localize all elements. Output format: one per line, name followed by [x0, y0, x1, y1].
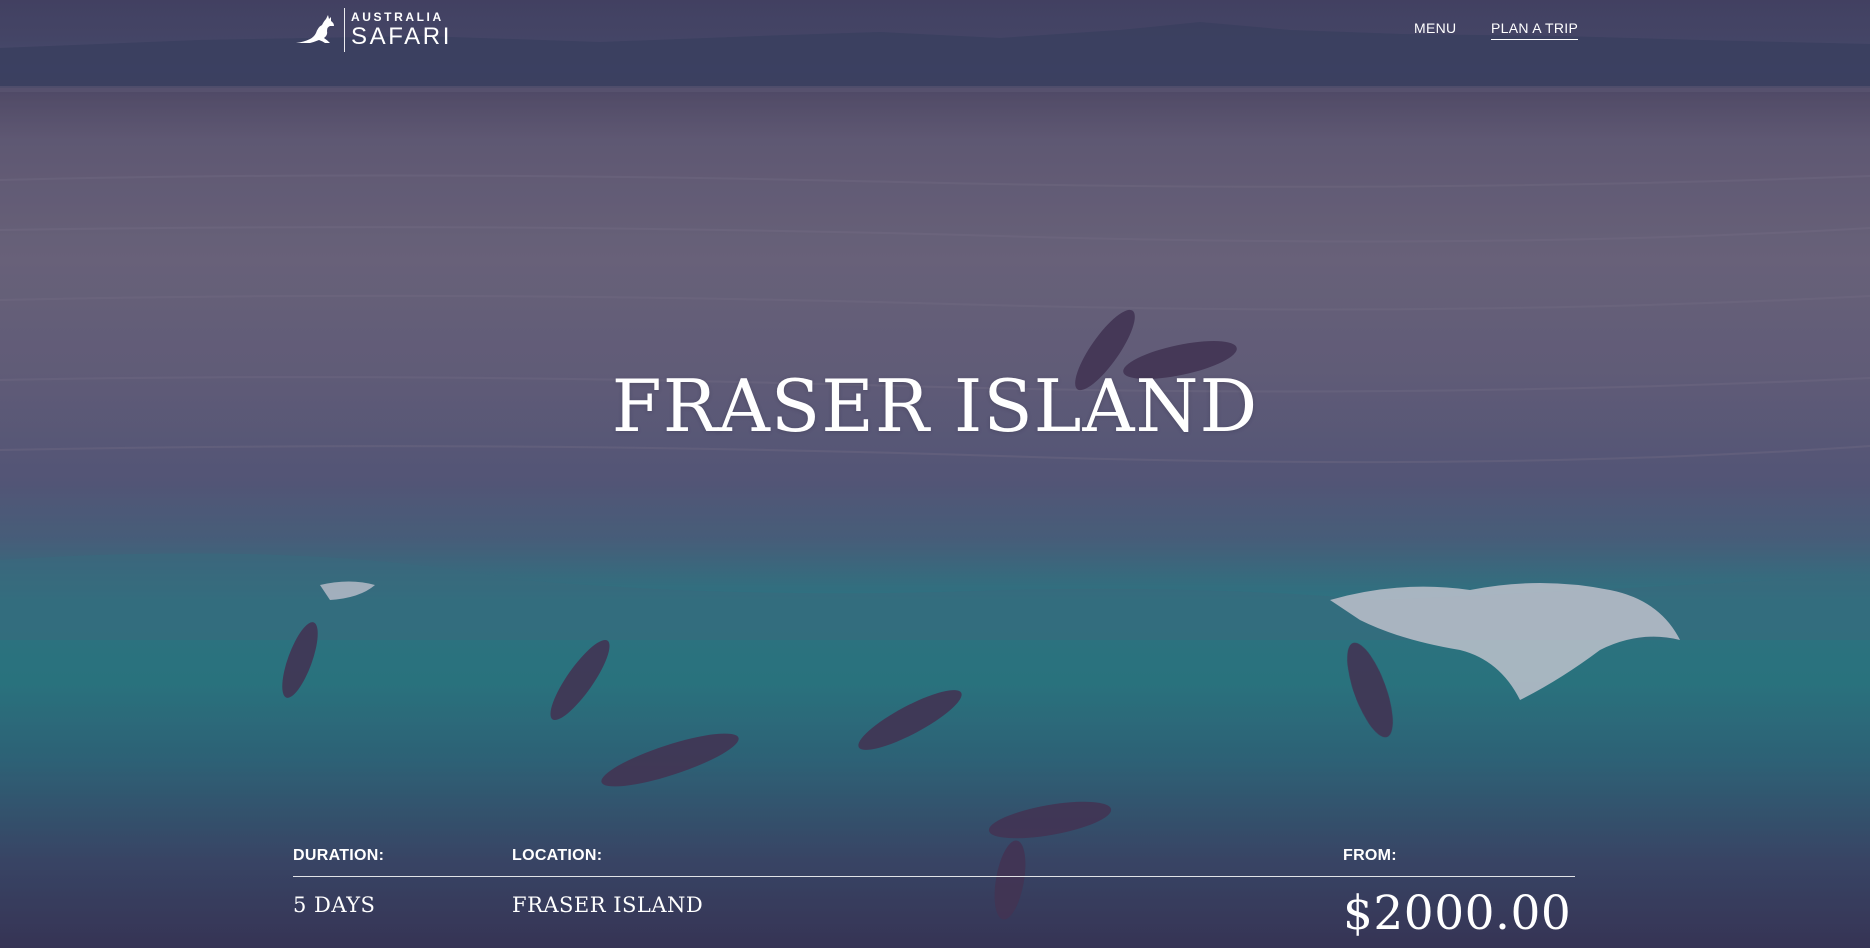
kangaroo-icon [296, 15, 334, 43]
menu-link[interactable]: MENU [1414, 20, 1456, 36]
logo-divider [344, 8, 345, 52]
page-title: FRASER ISLAND [611, 364, 1259, 448]
location-value: FRASER ISLAND [512, 893, 704, 917]
info-divider [293, 876, 1575, 877]
brand-wordmark: AUSTRALIA SAFARI [351, 11, 452, 49]
price-value: $2000.00 [1343, 886, 1572, 941]
hero-background [0, 0, 1870, 948]
plan-trip-link[interactable]: PLAN A TRIP [1491, 20, 1579, 40]
duration-label: DURATION: [293, 847, 385, 864]
brand-logo[interactable]: AUSTRALIA SAFARI [294, 8, 452, 52]
brand-line1: AUSTRALIA [351, 10, 444, 24]
hero-overlay [0, 0, 1870, 948]
brand-line2: SAFARI [351, 23, 452, 50]
duration-value: 5 DAYS [293, 893, 376, 917]
location-label: LOCATION: [512, 847, 603, 864]
price-label: FROM: [1343, 847, 1397, 864]
